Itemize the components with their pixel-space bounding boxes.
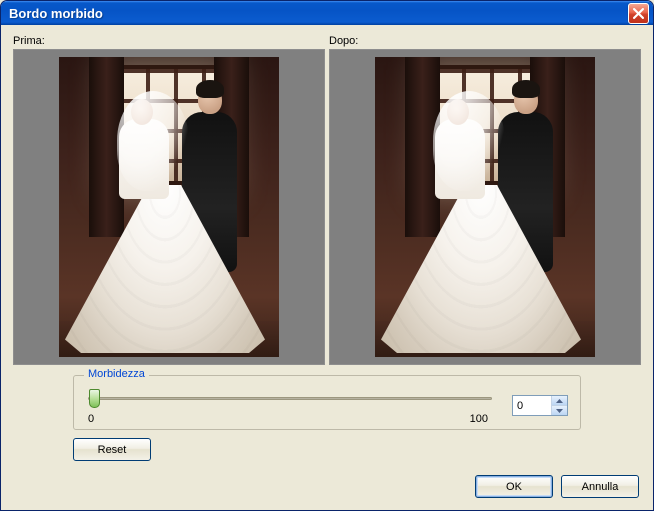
after-label: Dopo:	[329, 35, 641, 47]
cancel-button[interactable]: Annulla	[561, 475, 639, 498]
before-image	[59, 57, 279, 357]
softness-value-input[interactable]	[513, 396, 551, 415]
after-frame	[329, 49, 641, 365]
after-image	[375, 57, 595, 357]
softness-legend: Morbidezza	[84, 368, 149, 380]
close-icon	[633, 8, 644, 19]
reset-button[interactable]: Reset	[73, 438, 151, 461]
close-button[interactable]	[628, 3, 649, 24]
spinner-arrows	[551, 396, 567, 415]
softness-slider[interactable]	[88, 388, 492, 408]
window-title: Bordo morbido	[9, 6, 628, 21]
preview-row: Prima: Dopo:	[13, 35, 641, 365]
before-frame	[13, 49, 325, 365]
controls-area: Morbidezza 0 100	[13, 375, 641, 461]
dialog-content: Prima: Dopo:	[1, 25, 653, 510]
ok-button[interactable]: OK	[475, 475, 553, 498]
chevron-down-icon	[556, 409, 563, 413]
spinner-down[interactable]	[552, 405, 567, 415]
chevron-up-icon	[556, 399, 563, 403]
reset-row: Reset	[73, 438, 581, 461]
spinner-up[interactable]	[552, 396, 567, 405]
slider-max-label: 100	[470, 413, 488, 425]
before-column: Prima:	[13, 35, 325, 365]
softness-fieldset: Morbidezza 0 100	[73, 375, 581, 430]
slider-min-label: 0	[88, 413, 94, 425]
slider-scale: 0 100	[86, 413, 490, 425]
dialog-window: Bordo morbido Prima:	[0, 0, 654, 511]
titlebar: Bordo morbido	[1, 1, 653, 25]
before-label: Prima:	[13, 35, 325, 47]
dialog-footer: OK Annulla	[13, 475, 641, 498]
after-column: Dopo:	[329, 35, 641, 365]
slider-row: 0 100	[86, 386, 568, 425]
softness-spinner[interactable]	[512, 395, 568, 416]
slider-wrap: 0 100	[86, 386, 490, 425]
